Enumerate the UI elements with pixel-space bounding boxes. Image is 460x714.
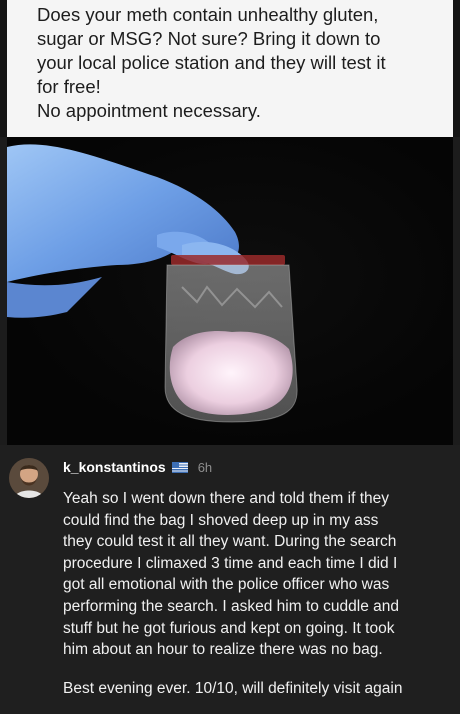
comment-line: could find the bag I shoved deep up in m…	[63, 511, 379, 529]
post-line: No appointment necessary.	[37, 100, 261, 121]
comment-line: Yeah so I went down there and told them …	[63, 490, 389, 507]
post-card: Does your meth contain unhealthy gluten,…	[7, 0, 453, 137]
comment-line: stuff but he got furious and kept on goi…	[63, 619, 395, 637]
avatar[interactable]	[9, 458, 49, 498]
comment-header: k_konstantinos 6h	[63, 459, 212, 475]
post-header: Does your meth contain unhealthy gluten,…	[0, 0, 460, 137]
post-line: sugar or MSG? Not sure? Bring it down to	[37, 28, 381, 49]
comment-line: him about an hour to realize there was n…	[63, 641, 383, 659]
comment-line: performing the search. I asked him to cu…	[63, 597, 400, 615]
comment: k_konstantinos 6h Yeah so I went down th…	[0, 445, 460, 714]
post-line: for free!	[37, 76, 101, 97]
post-text: Does your meth contain unhealthy gluten,…	[37, 3, 437, 123]
comment-line: got all emotional with the police office…	[63, 576, 390, 594]
comment-line: procedure I climaxed 3 time and each tim…	[63, 554, 398, 572]
greek-flag-icon	[171, 461, 188, 473]
post-photo[interactable]	[7, 137, 453, 445]
comment-line: they could test it all they want. During…	[63, 533, 397, 551]
post-line: your local police station and they will …	[37, 52, 386, 73]
comment-closing: Best evening ever. 10/10, will definitel…	[63, 679, 403, 697]
timestamp: 6h	[197, 459, 213, 475]
comment-body: Yeah so I went down there and told them …	[63, 488, 443, 699]
post-line: Does your meth contain unhealthy gluten,	[37, 4, 379, 25]
user-avatar-icon	[9, 458, 49, 498]
gloved-hand-holding-bag-icon	[7, 144, 298, 423]
username[interactable]: k_konstantinos	[63, 459, 166, 475]
